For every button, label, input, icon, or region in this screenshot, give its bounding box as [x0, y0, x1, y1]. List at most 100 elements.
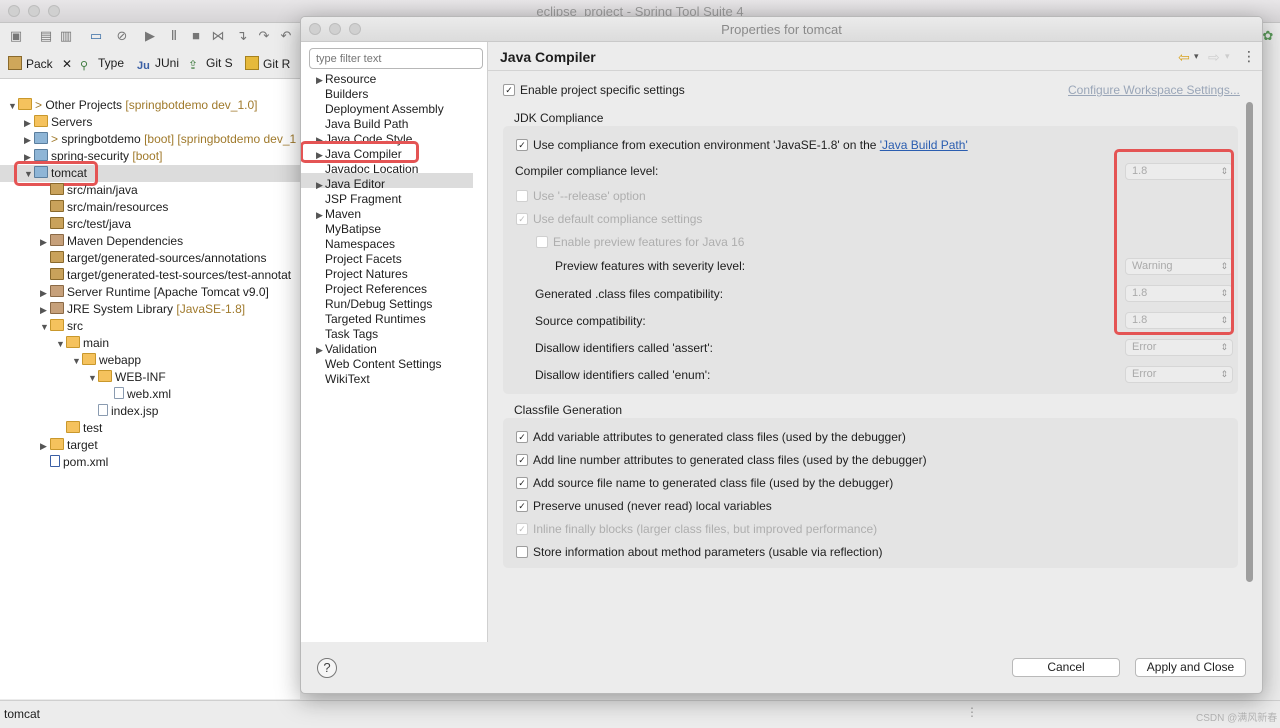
- tab-git-staging[interactable]: ⇪ Git S: [188, 56, 233, 72]
- step-over-icon[interactable]: ↷: [256, 28, 272, 44]
- save-all-icon[interactable]: ▥: [58, 28, 74, 44]
- tree-item-src-test-java[interactable]: src/test/java: [40, 216, 131, 233]
- nav-item-resource[interactable]: ▶ Resource: [301, 72, 376, 87]
- collapsed-arrow-icon[interactable]: ▶: [40, 234, 50, 251]
- nav-item-java-editor[interactable]: ▶ Java Editor: [301, 177, 385, 192]
- terminate-icon[interactable]: ■: [188, 28, 204, 44]
- tree-item-target-generated-test-sources[interactable]: target/generated-test-sources/test-annot…: [40, 267, 291, 284]
- tree-item-index-jsp[interactable]: index.jsp: [88, 403, 158, 420]
- enable-preview-checkbox[interactable]: [536, 236, 548, 248]
- nav-item-project-references[interactable]: Project References: [325, 282, 427, 297]
- back-menu-chevron-icon[interactable]: ▾: [1194, 51, 1199, 62]
- properties-dialog: Properties for tomcat ▶Resource Builders…: [300, 16, 1263, 694]
- configure-workspace-settings-link[interactable]: Configure Workspace Settings...: [1068, 83, 1240, 97]
- terminal-icon[interactable]: ▭: [88, 28, 104, 44]
- nav-item-java-build-path[interactable]: Java Build Path: [325, 117, 408, 132]
- collapsed-arrow-icon[interactable]: ▶: [316, 208, 325, 223]
- nav-item-web-content-settings[interactable]: Web Content Settings: [325, 357, 442, 372]
- help-icon[interactable]: ?: [317, 658, 337, 678]
- store-method-params-checkbox[interactable]: [516, 546, 528, 558]
- disallow-enum-select[interactable]: Error ⇕: [1125, 366, 1233, 383]
- step-into-icon[interactable]: ↴: [234, 28, 250, 44]
- tree-item-target-generated-sources[interactable]: target/generated-sources/annotations: [40, 250, 266, 267]
- tree-item-src-main-resources[interactable]: src/main/resources: [40, 199, 168, 216]
- add-variable-attributes-checkbox[interactable]: ✓: [516, 431, 528, 443]
- tree-item-label: pom.xml: [63, 455, 109, 469]
- expanded-arrow-icon[interactable]: ▼: [72, 353, 82, 370]
- tree-item-other-projects[interactable]: ▼ > Other Projects [springbotdemo dev_1.0…: [8, 97, 257, 114]
- expanded-arrow-icon[interactable]: ▼: [8, 98, 18, 115]
- collapsed-arrow-icon[interactable]: ▶: [40, 302, 50, 319]
- nav-item-namespaces[interactable]: Namespaces: [325, 237, 395, 252]
- tree-item-src[interactable]: ▼ src: [40, 318, 83, 335]
- add-source-file-checkbox[interactable]: ✓: [516, 477, 528, 489]
- tree-item-target[interactable]: ▶ target: [40, 437, 98, 454]
- vertical-scrollbar[interactable]: [1246, 102, 1253, 582]
- tree-item-maven-dependencies[interactable]: ▶ Maven Dependencies: [40, 233, 183, 250]
- tree-item-springbotdemo[interactable]: ▶ > springbotdemo [boot] [springbotdemo d…: [24, 131, 296, 148]
- tab-type-hierarchy[interactable]: ⚲ Type: [80, 56, 124, 72]
- collapsed-arrow-icon[interactable]: ▶: [24, 132, 34, 149]
- step-return-icon[interactable]: ↶: [278, 28, 294, 44]
- suspend-icon[interactable]: Ⅱ: [166, 28, 182, 44]
- resume-icon[interactable]: ▶: [142, 28, 158, 44]
- nav-item-project-facets[interactable]: Project Facets: [325, 252, 402, 267]
- nav-item-mybatipse[interactable]: MyBatipse: [325, 222, 381, 237]
- save-icon[interactable]: ▤: [38, 28, 54, 44]
- view-menu-icon[interactable]: ⋮: [1242, 48, 1256, 65]
- collapsed-arrow-icon[interactable]: ▶: [316, 73, 325, 88]
- nav-item-deployment-assembly[interactable]: Deployment Assembly: [325, 102, 444, 117]
- use-default-compliance-checkbox[interactable]: ✓: [516, 213, 528, 225]
- collapsed-arrow-icon[interactable]: ▶: [24, 115, 34, 132]
- cancel-button[interactable]: Cancel: [1012, 658, 1120, 677]
- nav-item-targeted-runtimes[interactable]: Targeted Runtimes: [325, 312, 426, 327]
- disallow-assert-select[interactable]: Error ⇕: [1125, 339, 1233, 356]
- tree-item-pom-xml[interactable]: pom.xml: [40, 454, 108, 471]
- nav-item-project-natures[interactable]: Project Natures: [325, 267, 408, 282]
- tree-item-server-runtime[interactable]: ▶ Server Runtime [Apache Tomcat v9.0]: [40, 284, 269, 301]
- tree-item-src-main-java[interactable]: src/main/java: [40, 182, 138, 199]
- tree-item-webapp[interactable]: ▼ webapp: [72, 352, 141, 369]
- expanded-arrow-icon[interactable]: ▼: [40, 319, 50, 336]
- tree-item-web-xml[interactable]: web.xml: [104, 386, 171, 403]
- close-tab-icon[interactable]: ✕: [62, 57, 72, 71]
- nav-item-wikitext[interactable]: WikiText: [325, 372, 370, 387]
- nav-item-validation[interactable]: ▶ Validation: [301, 342, 377, 357]
- collapsed-arrow-icon[interactable]: ▶: [316, 178, 325, 193]
- skip-breakpoints-icon[interactable]: ⊘: [114, 28, 130, 44]
- preserve-unused-checkbox[interactable]: ✓: [516, 500, 528, 512]
- nav-item-run-debug-settings[interactable]: Run/Debug Settings: [325, 297, 432, 312]
- forward-menu-chevron-icon[interactable]: ▾: [1225, 51, 1230, 62]
- tree-item-main[interactable]: ▼ main: [56, 335, 109, 352]
- use-compliance-checkbox[interactable]: ✓: [516, 139, 528, 151]
- tree-item-test[interactable]: test: [56, 420, 102, 437]
- collapsed-arrow-icon[interactable]: ▶: [316, 343, 325, 358]
- expanded-arrow-icon[interactable]: ▼: [56, 336, 66, 353]
- filter-input[interactable]: [309, 48, 483, 69]
- back-arrow-icon[interactable]: ⇦: [1178, 49, 1190, 66]
- tab-junit[interactable]: Ju JUni: [137, 56, 179, 72]
- nav-item-task-tags[interactable]: Task Tags: [325, 327, 378, 342]
- new-icon[interactable]: ▣: [8, 28, 24, 44]
- tab-git-repositories[interactable]: Git R: [245, 56, 290, 72]
- nav-item-maven[interactable]: ▶ Maven: [301, 207, 361, 222]
- tree-item-servers[interactable]: ▶ Servers: [24, 114, 92, 131]
- nav-item-javadoc-location[interactable]: Javadoc Location: [325, 162, 418, 177]
- use-release-option-checkbox[interactable]: [516, 190, 528, 202]
- inline-finally-checkbox[interactable]: ✓: [516, 523, 528, 535]
- apply-and-close-button[interactable]: Apply and Close: [1135, 658, 1246, 677]
- tab-package-explorer[interactable]: Pack ✕: [8, 56, 72, 72]
- tree-item-jre-system-library[interactable]: ▶ JRE System Library [JavaSE-1.8]: [40, 301, 245, 318]
- java-build-path-link[interactable]: 'Java Build Path': [880, 138, 968, 152]
- forward-arrow-icon[interactable]: ⇨: [1208, 49, 1220, 66]
- collapsed-arrow-icon[interactable]: ▶: [40, 438, 50, 455]
- disconnect-icon[interactable]: ⋈: [210, 28, 226, 44]
- enable-project-specific-checkbox[interactable]: ✓: [503, 84, 515, 96]
- nav-item-builders[interactable]: Builders: [325, 87, 368, 102]
- tree-item-decoration: [boot]: [132, 149, 163, 163]
- nav-item-jsp-fragment[interactable]: JSP Fragment: [325, 192, 401, 207]
- collapsed-arrow-icon[interactable]: ▶: [40, 285, 50, 302]
- expanded-arrow-icon[interactable]: ▼: [88, 370, 98, 387]
- add-line-number-checkbox[interactable]: ✓: [516, 454, 528, 466]
- tree-item-web-inf[interactable]: ▼ WEB-INF: [88, 369, 166, 386]
